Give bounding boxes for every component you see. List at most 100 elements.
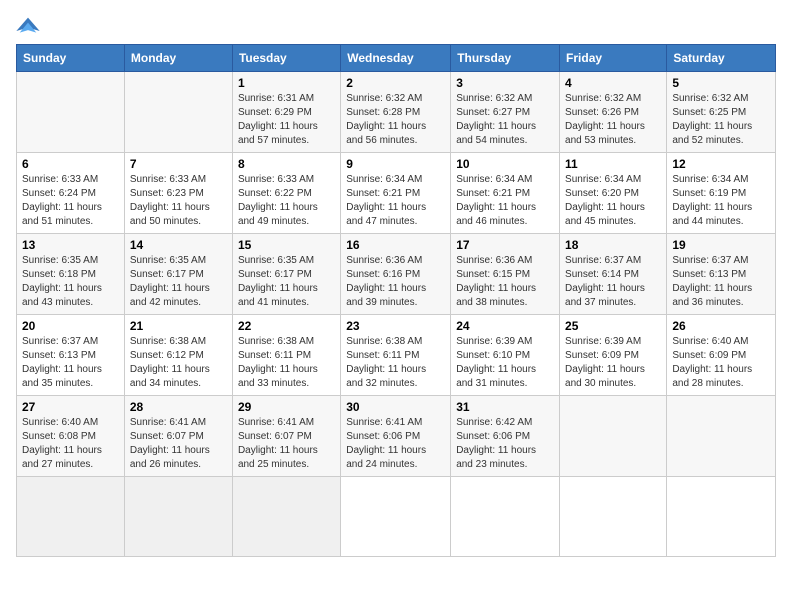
calendar-week-row: 1 Sunrise: 6:31 AMSunset: 6:29 PMDaylight… <box>17 72 776 153</box>
day-info: Sunrise: 6:35 AMSunset: 6:18 PMDaylight:… <box>22 255 102 308</box>
calendar-cell: 12 Sunrise: 6:34 AMSunset: 6:19 PMDayligh… <box>667 153 776 234</box>
calendar-cell: 26Sunrise: 6:40 AMSunset: 6:09 PMDayligh… <box>667 315 776 396</box>
calendar-cell <box>667 477 776 557</box>
day-info: Sunrise: 6:32 AMSunset: 6:26 PMDaylight:… <box>565 93 645 146</box>
day-info: Sunrise: 6:38 AMSunset: 6:12 PMDaylight:… <box>130 336 210 389</box>
day-number: 19 <box>672 238 770 252</box>
calendar-cell: 13 Sunrise: 6:35 AMSunset: 6:18 PMDayligh… <box>17 234 125 315</box>
calendar-cell <box>17 477 125 557</box>
day-number: 21 <box>130 319 227 333</box>
calendar-week-row: 13 Sunrise: 6:35 AMSunset: 6:18 PMDayligh… <box>17 234 776 315</box>
calendar-week-row: 6 Sunrise: 6:33 AMSunset: 6:24 PMDaylight… <box>17 153 776 234</box>
calendar-cell <box>560 396 667 477</box>
calendar-cell: 2 Sunrise: 6:32 AMSunset: 6:28 PMDaylight… <box>341 72 451 153</box>
day-info: Sunrise: 6:34 AMSunset: 6:21 PMDaylight:… <box>456 174 536 227</box>
calendar-cell: 28 Sunrise: 6:41 AMSunset: 6:07 PMDayligh… <box>124 396 232 477</box>
day-number: 7 <box>130 157 227 171</box>
calendar-cell <box>17 72 125 153</box>
calendar-week-row <box>17 477 776 557</box>
day-info: Sunrise: 6:41 AMSunset: 6:06 PMDaylight:… <box>346 417 426 470</box>
day-info: Sunrise: 6:37 AMSunset: 6:13 PMDaylight:… <box>672 255 752 308</box>
day-number: 25 <box>565 319 661 333</box>
day-number: 23 <box>346 319 445 333</box>
day-info: Sunrise: 6:40 AMSunset: 6:09 PMDaylight:… <box>672 336 752 389</box>
day-number: 15 <box>238 238 335 252</box>
weekday-header: Tuesday <box>232 45 340 72</box>
day-number: 13 <box>22 238 119 252</box>
calendar-cell: 4Sunrise: 6:32 AMSunset: 6:26 PMDaylight… <box>560 72 667 153</box>
calendar-cell: 6 Sunrise: 6:33 AMSunset: 6:24 PMDaylight… <box>17 153 125 234</box>
day-number: 16 <box>346 238 445 252</box>
weekday-header: Monday <box>124 45 232 72</box>
day-info: Sunrise: 6:39 AMSunset: 6:09 PMDaylight:… <box>565 336 645 389</box>
day-info: Sunrise: 6:34 AMSunset: 6:20 PMDaylight:… <box>565 174 645 227</box>
day-number: 6 <box>22 157 119 171</box>
day-number: 5 <box>672 76 770 90</box>
day-info: Sunrise: 6:32 AMSunset: 6:27 PMDaylight:… <box>456 93 536 146</box>
day-info: Sunrise: 6:42 AMSunset: 6:06 PMDaylight:… <box>456 417 536 470</box>
day-info: Sunrise: 6:37 AMSunset: 6:13 PMDaylight:… <box>22 336 102 389</box>
calendar-cell <box>232 477 340 557</box>
day-number: 29 <box>238 400 335 414</box>
logo-icon <box>16 16 40 36</box>
day-info: Sunrise: 6:36 AMSunset: 6:16 PMDaylight:… <box>346 255 426 308</box>
day-number: 24 <box>456 319 554 333</box>
calendar-cell: 5Sunrise: 6:32 AMSunset: 6:25 PMDaylight… <box>667 72 776 153</box>
logo <box>16 16 44 36</box>
day-info: Sunrise: 6:37 AMSunset: 6:14 PMDaylight:… <box>565 255 645 308</box>
calendar-cell: 18 Sunrise: 6:37 AMSunset: 6:14 PMDayligh… <box>560 234 667 315</box>
calendar-cell: 30Sunrise: 6:41 AMSunset: 6:06 PMDayligh… <box>341 396 451 477</box>
day-number: 28 <box>130 400 227 414</box>
calendar-cell: 11 Sunrise: 6:34 AMSunset: 6:20 PMDayligh… <box>560 153 667 234</box>
day-info: Sunrise: 6:31 AMSunset: 6:29 PMDaylight:… <box>238 93 318 146</box>
day-number: 3 <box>456 76 554 90</box>
calendar-cell <box>124 72 232 153</box>
weekday-header: Saturday <box>667 45 776 72</box>
day-info: Sunrise: 6:39 AMSunset: 6:10 PMDaylight:… <box>456 336 536 389</box>
day-number: 2 <box>346 76 445 90</box>
calendar-cell: 15 Sunrise: 6:35 AMSunset: 6:17 PMDayligh… <box>232 234 340 315</box>
calendar-cell: 14Sunrise: 6:35 AMSunset: 6:17 PMDayligh… <box>124 234 232 315</box>
calendar-cell <box>124 477 232 557</box>
calendar-cell: 7 Sunrise: 6:33 AMSunset: 6:23 PMDaylight… <box>124 153 232 234</box>
day-info: Sunrise: 6:33 AMSunset: 6:22 PMDaylight:… <box>238 174 318 227</box>
day-info: Sunrise: 6:32 AMSunset: 6:28 PMDaylight:… <box>346 93 426 146</box>
calendar-cell: 8 Sunrise: 6:33 AMSunset: 6:22 PMDaylight… <box>232 153 340 234</box>
calendar-cell: 22 Sunrise: 6:38 AMSunset: 6:11 PMDayligh… <box>232 315 340 396</box>
day-number: 1 <box>238 76 335 90</box>
day-info: Sunrise: 6:33 AMSunset: 6:23 PMDaylight:… <box>130 174 210 227</box>
calendar-cell <box>451 477 560 557</box>
day-number: 8 <box>238 157 335 171</box>
day-number: 22 <box>238 319 335 333</box>
day-number: 31 <box>456 400 554 414</box>
calendar-cell: 17Sunrise: 6:36 AMSunset: 6:15 PMDayligh… <box>451 234 560 315</box>
calendar-cell <box>667 396 776 477</box>
day-info: Sunrise: 6:36 AMSunset: 6:15 PMDaylight:… <box>456 255 536 308</box>
day-info: Sunrise: 6:35 AMSunset: 6:17 PMDaylight:… <box>238 255 318 308</box>
calendar-cell: 3 Sunrise: 6:32 AMSunset: 6:27 PMDaylight… <box>451 72 560 153</box>
day-number: 11 <box>565 157 661 171</box>
calendar-cell: 31 Sunrise: 6:42 AMSunset: 6:06 PMDayligh… <box>451 396 560 477</box>
calendar-cell: 20Sunrise: 6:37 AMSunset: 6:13 PMDayligh… <box>17 315 125 396</box>
weekday-header: Thursday <box>451 45 560 72</box>
day-info: Sunrise: 6:38 AMSunset: 6:11 PMDaylight:… <box>238 336 318 389</box>
calendar-cell: 29Sunrise: 6:41 AMSunset: 6:07 PMDayligh… <box>232 396 340 477</box>
weekday-header: Friday <box>560 45 667 72</box>
calendar-cell: 23 Sunrise: 6:38 AMSunset: 6:11 PMDayligh… <box>341 315 451 396</box>
calendar-week-row: 20Sunrise: 6:37 AMSunset: 6:13 PMDayligh… <box>17 315 776 396</box>
calendar-cell <box>341 477 451 557</box>
calendar-cell <box>560 477 667 557</box>
calendar-cell: 10Sunrise: 6:34 AMSunset: 6:21 PMDayligh… <box>451 153 560 234</box>
day-number: 12 <box>672 157 770 171</box>
day-info: Sunrise: 6:40 AMSunset: 6:08 PMDaylight:… <box>22 417 102 470</box>
day-info: Sunrise: 6:38 AMSunset: 6:11 PMDaylight:… <box>346 336 426 389</box>
day-info: Sunrise: 6:41 AMSunset: 6:07 PMDaylight:… <box>130 417 210 470</box>
day-info: Sunrise: 6:34 AMSunset: 6:19 PMDaylight:… <box>672 174 752 227</box>
calendar-cell: 19 Sunrise: 6:37 AMSunset: 6:13 PMDayligh… <box>667 234 776 315</box>
calendar-cell: 21 Sunrise: 6:38 AMSunset: 6:12 PMDayligh… <box>124 315 232 396</box>
day-info: Sunrise: 6:33 AMSunset: 6:24 PMDaylight:… <box>22 174 102 227</box>
day-number: 18 <box>565 238 661 252</box>
day-number: 14 <box>130 238 227 252</box>
weekday-header: Sunday <box>17 45 125 72</box>
weekday-header: Wednesday <box>341 45 451 72</box>
